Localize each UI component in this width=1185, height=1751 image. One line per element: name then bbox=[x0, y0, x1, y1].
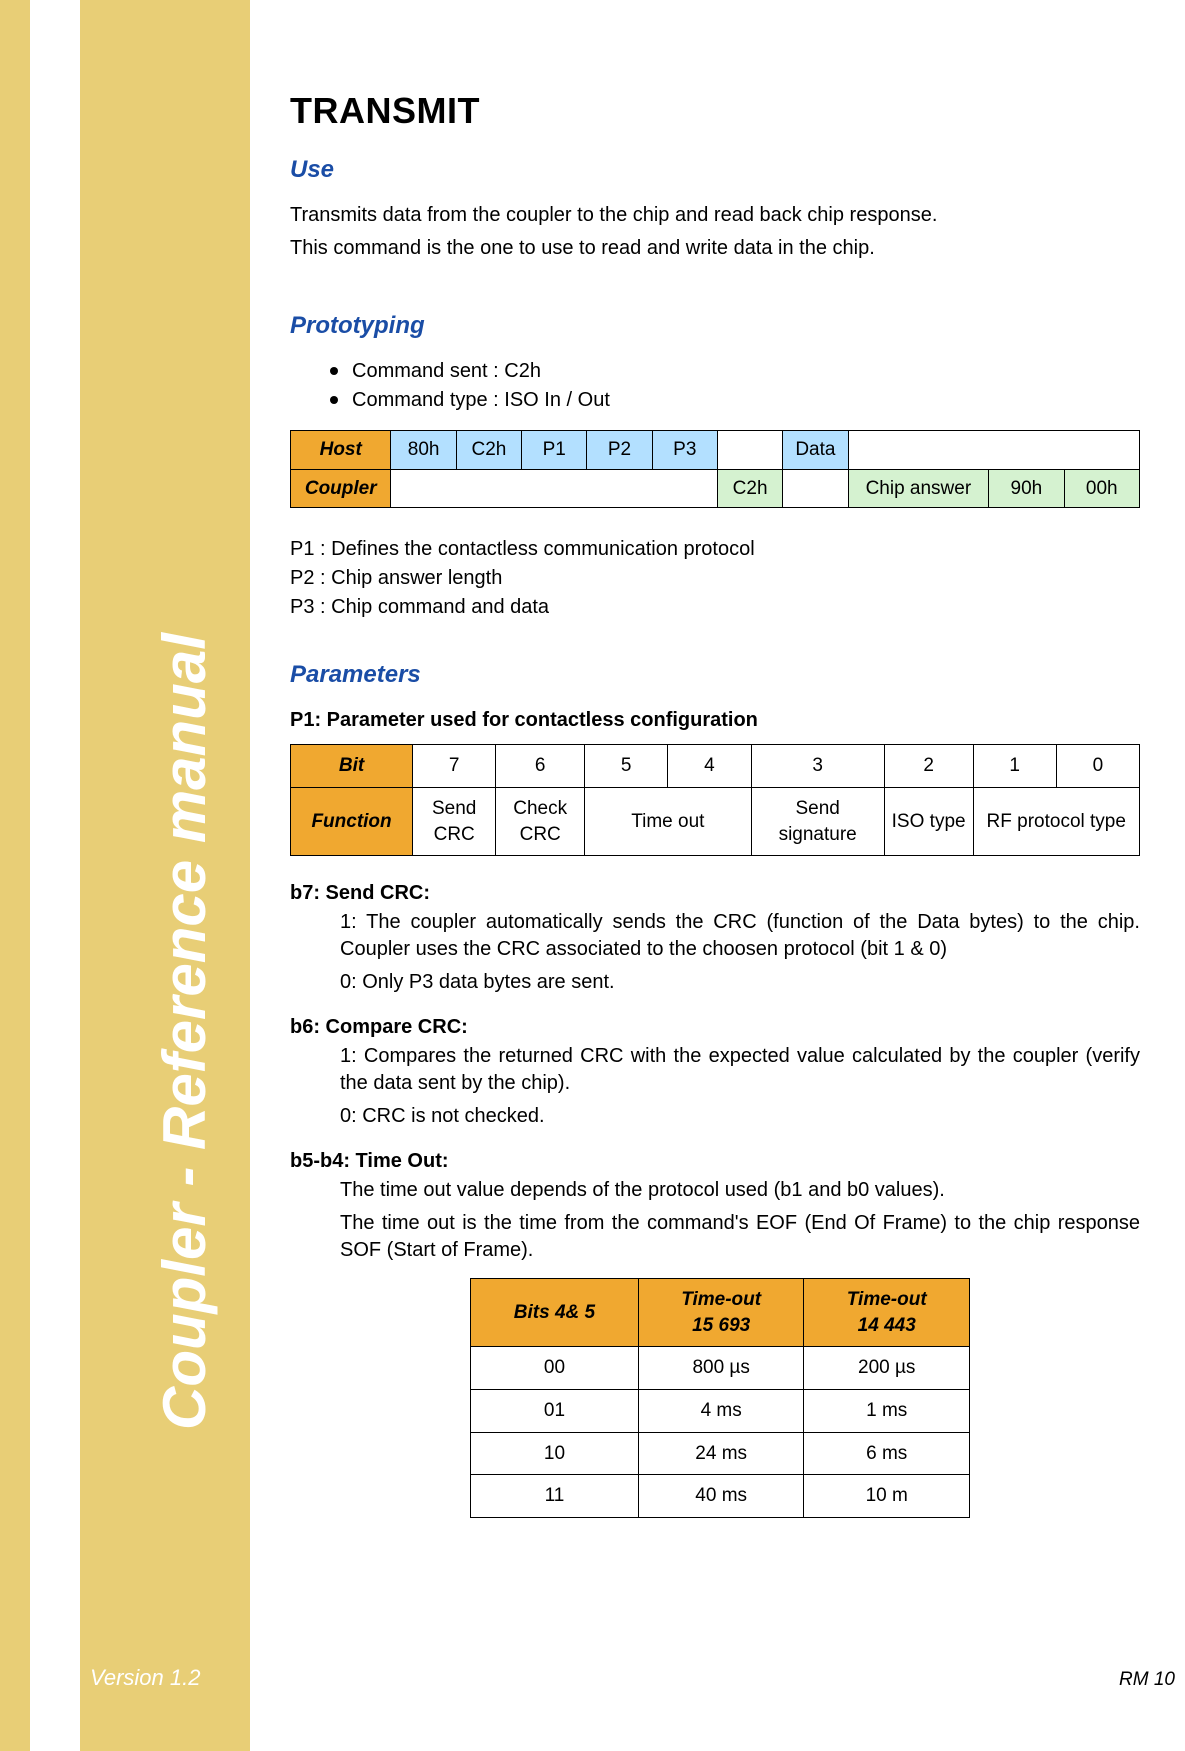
to-r2-t1: 24 ms bbox=[638, 1432, 804, 1475]
timeout-row-0: 00 800 µs 200 µs bbox=[471, 1347, 970, 1390]
coupler-label: Coupler bbox=[291, 469, 391, 508]
timeout-h3a: Time-out bbox=[847, 1289, 927, 1310]
proto-bullet-2: Command type : ISO In / Out bbox=[330, 387, 1140, 414]
b54-line2: The time out is the time from the comman… bbox=[340, 1210, 1140, 1264]
b54-line1: The time out value depends of the protoc… bbox=[340, 1177, 1140, 1204]
use-text-1: Transmits data from the coupler to the c… bbox=[290, 202, 1140, 229]
host-c6 bbox=[717, 431, 782, 470]
b54-title: b5-b4: Time Out: bbox=[290, 1148, 1140, 1175]
prototyping-heading: Prototyping bbox=[290, 312, 1140, 340]
param-definitions: P1 : Defines the contactless communicati… bbox=[290, 536, 1140, 621]
bit-4: 4 bbox=[668, 745, 751, 788]
host-label: Host bbox=[291, 431, 391, 470]
bits-function-row: Function Send CRC Check CRC Time out Sen… bbox=[291, 787, 1140, 855]
page-title: TRANSMIT bbox=[290, 90, 1140, 132]
host-empty bbox=[848, 431, 1139, 470]
sidebar-band: Coupler - Reference manual Version 1.2 bbox=[0, 0, 250, 1751]
func-2: ISO type bbox=[884, 787, 973, 855]
to-r2-t2: 6 ms bbox=[804, 1432, 970, 1475]
to-r0-t2: 200 µs bbox=[804, 1347, 970, 1390]
func-6: Check CRC bbox=[496, 787, 585, 855]
b7-line2: 0: Only P3 data bytes are sent. bbox=[340, 969, 1140, 996]
timeout-h2b: 15 693 bbox=[649, 1313, 794, 1339]
coupler-c10: 00h bbox=[1064, 469, 1139, 508]
host-row: Host 80h C2h P1 P2 P3 Data bbox=[291, 431, 1140, 470]
host-c4: P2 bbox=[587, 431, 652, 470]
b7-title: b7: Send CRC: bbox=[290, 880, 1140, 907]
bit-0: 0 bbox=[1056, 745, 1139, 788]
parameters-heading: Parameters bbox=[290, 661, 1140, 689]
bit-1: 1 bbox=[973, 745, 1056, 788]
coupler-c6: C2h bbox=[717, 469, 782, 508]
to-r1-t1: 4 ms bbox=[638, 1390, 804, 1433]
bit-5: 5 bbox=[585, 745, 668, 788]
to-r3-bits: 11 bbox=[471, 1475, 639, 1518]
p1-def: P1 : Defines the contactless communicati… bbox=[290, 536, 1140, 563]
func-10: RF protocol type bbox=[973, 787, 1139, 855]
to-r2-bits: 10 bbox=[471, 1432, 639, 1475]
to-r1-t2: 1 ms bbox=[804, 1390, 970, 1433]
function-label: Function bbox=[291, 787, 413, 855]
use-heading: Use bbox=[290, 156, 1140, 184]
p3-def: P3 : Chip command and data bbox=[290, 594, 1140, 621]
to-r0-t1: 800 µs bbox=[638, 1347, 804, 1390]
bit-7: 7 bbox=[413, 745, 496, 788]
coupler-c9: 90h bbox=[989, 469, 1064, 508]
proto-bullet-1: Command sent : C2h bbox=[330, 358, 1140, 385]
coupler-empty2 bbox=[783, 469, 848, 508]
b6-line2: 0: CRC is not checked. bbox=[340, 1103, 1140, 1130]
sidebar-white-stripe bbox=[30, 0, 80, 1751]
prototyping-table: Host 80h C2h P1 P2 P3 Data Coupler C2h C… bbox=[290, 430, 1140, 508]
to-r0-bits: 00 bbox=[471, 1347, 639, 1390]
timeout-table: Bits 4& 5 Time-out 15 693 Time-out 14 44… bbox=[470, 1278, 970, 1518]
func-7: Send CRC bbox=[413, 787, 496, 855]
coupler-empty1 bbox=[391, 469, 717, 508]
host-c7: Data bbox=[783, 431, 848, 470]
host-c2: C2h bbox=[456, 431, 521, 470]
doc-side-title: Coupler - Reference manual bbox=[150, 633, 219, 1430]
to-r3-t2: 10 m bbox=[804, 1475, 970, 1518]
to-r1-bits: 01 bbox=[471, 1390, 639, 1433]
timeout-h1: Bits 4& 5 bbox=[471, 1279, 639, 1347]
func-54: Time out bbox=[585, 787, 751, 855]
timeout-header-row: Bits 4& 5 Time-out 15 693 Time-out 14 44… bbox=[471, 1279, 970, 1347]
timeout-row-1: 01 4 ms 1 ms bbox=[471, 1390, 970, 1433]
host-c3: P1 bbox=[522, 431, 587, 470]
coupler-c8: Chip answer bbox=[848, 469, 989, 508]
timeout-row-2: 10 24 ms 6 ms bbox=[471, 1432, 970, 1475]
version-label: Version 1.2 bbox=[90, 1665, 200, 1691]
func-3: Send signature bbox=[751, 787, 884, 855]
page-content: TRANSMIT Use Transmits data from the cou… bbox=[290, 90, 1140, 1518]
p1-param-title: P1: Parameter used for contactless confi… bbox=[290, 707, 1140, 734]
bit-2: 2 bbox=[884, 745, 973, 788]
bits-header-row: Bit 7 6 5 4 3 2 1 0 bbox=[291, 745, 1140, 788]
b6-line1: 1: Compares the returned CRC with the ex… bbox=[340, 1043, 1140, 1097]
timeout-row-3: 11 40 ms 10 m bbox=[471, 1475, 970, 1518]
bit-label: Bit bbox=[291, 745, 413, 788]
host-c1: 80h bbox=[391, 431, 456, 470]
host-c5: P3 bbox=[652, 431, 717, 470]
b7-line1: 1: The coupler automatically sends the C… bbox=[340, 909, 1140, 963]
timeout-h2a: Time-out bbox=[681, 1289, 761, 1310]
b6-title: b6: Compare CRC: bbox=[290, 1014, 1140, 1041]
coupler-row: Coupler C2h Chip answer 90h 00h bbox=[291, 469, 1140, 508]
bit-6: 6 bbox=[496, 745, 585, 788]
bit-3: 3 bbox=[751, 745, 884, 788]
timeout-h3b: 14 443 bbox=[814, 1313, 959, 1339]
page-footer: RM 10 bbox=[1119, 1669, 1175, 1691]
timeout-h3: Time-out 14 443 bbox=[804, 1279, 970, 1347]
bits-table: Bit 7 6 5 4 3 2 1 0 Function Send CRC Ch… bbox=[290, 744, 1140, 856]
timeout-h2: Time-out 15 693 bbox=[638, 1279, 804, 1347]
to-r3-t1: 40 ms bbox=[638, 1475, 804, 1518]
p2-def: P2 : Chip answer length bbox=[290, 565, 1140, 592]
prototyping-bullets: Command sent : C2h Command type : ISO In… bbox=[330, 358, 1140, 414]
use-text-2: This command is the one to use to read a… bbox=[290, 235, 1140, 262]
